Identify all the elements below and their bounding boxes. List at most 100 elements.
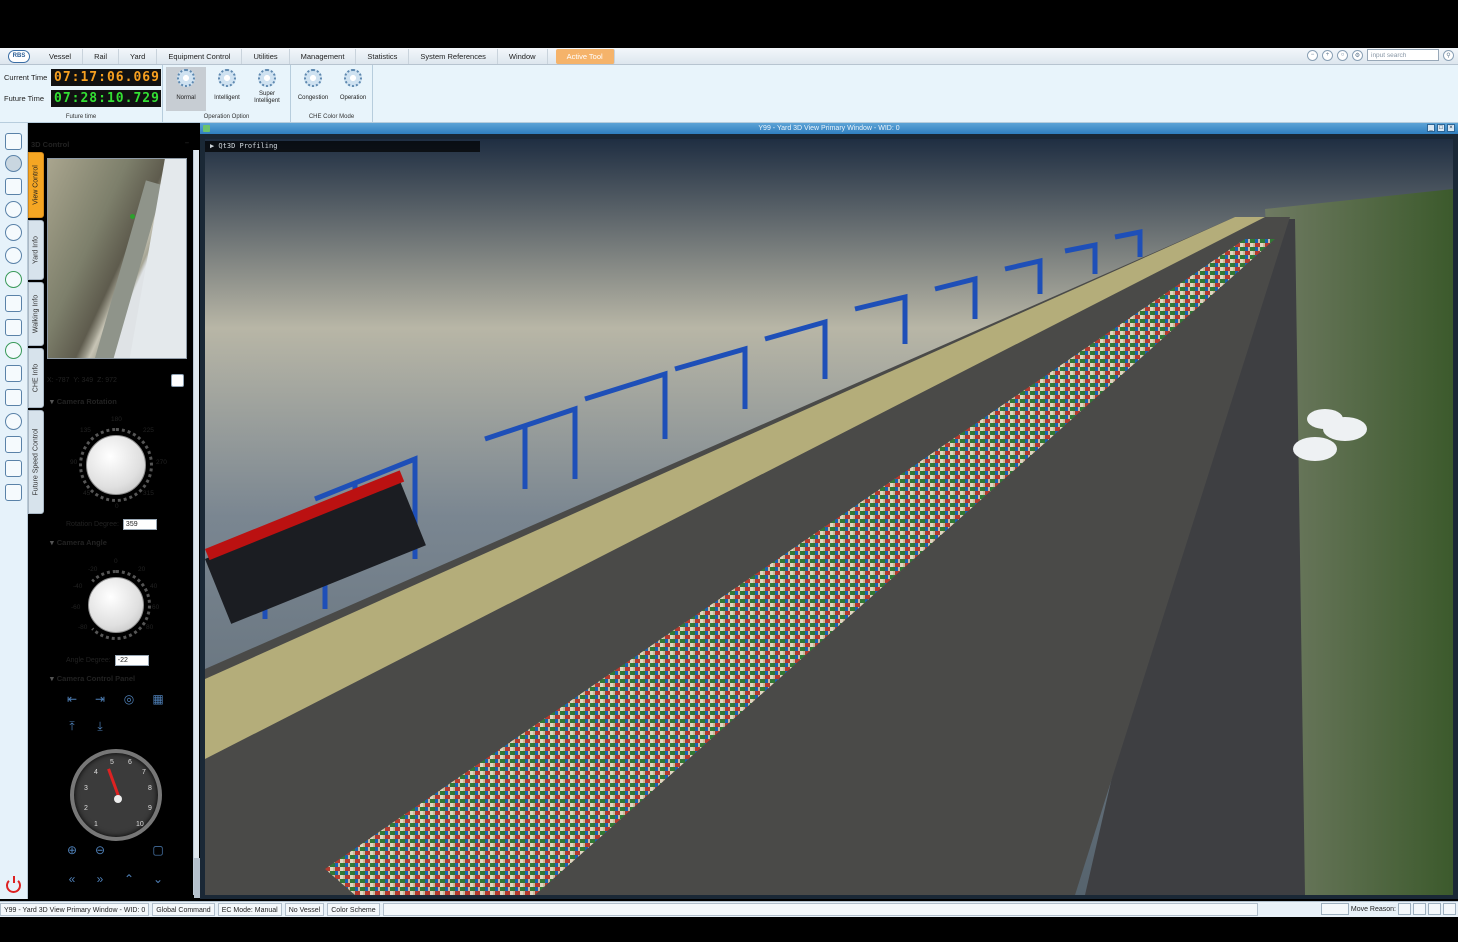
rotation-label: 225 [143, 427, 154, 434]
intelligent-button[interactable]: Intelligent [207, 67, 247, 111]
speed-dial[interactable]: 1 2 3 4 5 6 7 8 9 10 [70, 749, 162, 841]
window-minimize-icon[interactable]: _ [1427, 124, 1435, 132]
move-down-icon[interactable]: ⤓ [92, 719, 108, 733]
search-magnify-icon[interactable]: ○ [1337, 49, 1348, 61]
zoom-out-icon[interactable]: − [1307, 49, 1318, 61]
move-right-icon[interactable]: ⇥ [92, 692, 108, 706]
tab-yard-info[interactable]: Yard Info [28, 220, 44, 280]
search-icon[interactable]: ⚲ [1443, 49, 1454, 61]
rotation-label: 90 [70, 459, 78, 466]
speed-dial-number: 3 [84, 785, 88, 792]
gear-icon [218, 69, 236, 87]
zoom-out-icon[interactable]: ⊖ [92, 843, 108, 857]
gear-icon [258, 69, 276, 87]
congestion-button-label: Congestion [297, 95, 329, 101]
menu-management[interactable]: Management [290, 48, 357, 64]
angle-knob[interactable] [88, 577, 144, 633]
status-ec-mode[interactable]: EC Mode: Manual [217, 903, 282, 916]
menu-vessel[interactable]: Vessel [38, 48, 84, 64]
normal-button[interactable]: Normal [166, 67, 206, 111]
tab-walking-info[interactable]: Walking Info [28, 282, 44, 346]
tilt-down-icon[interactable]: ⌄ [150, 872, 166, 886]
layout-icon[interactable] [5, 133, 22, 150]
move-up-icon[interactable]: ⤒ [64, 719, 80, 733]
window-restore-icon[interactable]: □ [1437, 124, 1445, 132]
future-time-display[interactable]: 07:28:10.729 [51, 90, 161, 107]
report-icon[interactable] [5, 295, 22, 312]
zoom-in-icon[interactable]: + [1322, 49, 1333, 61]
focus-icon[interactable]: ◎ [121, 692, 137, 706]
menu-yard[interactable]: Yard [119, 48, 158, 64]
menu-rail[interactable]: Rail [83, 48, 120, 64]
view-control-icon[interactable] [5, 155, 22, 172]
check-icon[interactable] [5, 342, 22, 359]
window-close-icon[interactable]: × [1447, 124, 1455, 132]
angle-degree-input[interactable]: -22 [114, 655, 149, 666]
rotation-knob[interactable] [86, 435, 146, 495]
tilt-up-icon[interactable]: ⌃ [121, 872, 137, 886]
super-intelligent-button[interactable]: Super Intelligent [247, 67, 287, 111]
filter-icon[interactable] [5, 178, 22, 195]
menu-window[interactable]: Window [498, 48, 548, 64]
fit-view-icon[interactable]: ▢ [150, 843, 166, 857]
print-icon[interactable] [5, 460, 22, 477]
grid-view-icon[interactable]: ▦ [150, 692, 166, 706]
speed-dial-number: 8 [148, 785, 152, 792]
zoom-icon[interactable] [5, 247, 22, 264]
3d-control-panel: 3D Control – X: -787 Y: 349 Z: 972 Camer… [28, 137, 193, 899]
fast-forward-icon[interactable]: » [92, 872, 108, 886]
angle-degree-label: Angle Degree: [66, 657, 111, 664]
status-layout-1-icon[interactable] [1398, 903, 1411, 915]
minimize-button[interactable]: – [185, 138, 189, 147]
chart-icon[interactable] [5, 319, 22, 336]
menu-utilities[interactable]: Utilities [242, 48, 290, 64]
congestion-button[interactable]: Congestion [293, 67, 333, 111]
move-left-icon[interactable]: ⇤ [64, 692, 80, 706]
reset-view-button[interactable] [171, 374, 184, 387]
future-time-label: Future Time [4, 94, 45, 103]
rewind-icon[interactable]: « [64, 872, 80, 886]
angle-dial[interactable]: 0 20 40 60 80 -80 -60 -40 -20 [66, 555, 166, 655]
angle-label: 0 [114, 558, 118, 565]
refresh-icon[interactable] [5, 271, 22, 288]
menu-equipment-control[interactable]: Equipment Control [157, 48, 243, 64]
status-layout-4-icon[interactable] [1443, 903, 1456, 915]
timer-icon[interactable] [5, 413, 22, 430]
monitor-icon[interactable] [5, 484, 22, 501]
speed-dial-number: 6 [128, 759, 132, 766]
menu-active-tool[interactable]: Active Tool [555, 48, 615, 64]
camera-coordinates: X: -787 Y: 349 Z: 972 [47, 377, 117, 384]
search-input[interactable]: input search [1367, 49, 1439, 61]
angle-label: 20 [138, 566, 146, 573]
status-color-scheme[interactable]: Color Scheme [327, 903, 380, 916]
truck-icon[interactable] [5, 389, 22, 406]
minimap[interactable] [47, 158, 187, 359]
clock-icon[interactable] [5, 201, 22, 218]
status-vessel[interactable]: No Vessel [284, 903, 325, 916]
panel-scrollbar[interactable] [193, 150, 200, 898]
settings-icon[interactable]: ⚙ [1352, 49, 1363, 61]
operation-button[interactable]: Operation [333, 67, 373, 111]
tab-future-speed-control[interactable]: Future Speed Control [28, 410, 44, 514]
status-layout-2-icon[interactable] [1413, 903, 1426, 915]
speed-dial-number: 1 [94, 821, 98, 828]
menu-statistics[interactable]: Statistics [356, 48, 410, 64]
tab-che-info[interactable]: CHE Info [28, 348, 44, 408]
angle-label: -20 [88, 566, 98, 573]
list-icon[interactable] [5, 365, 22, 382]
status-global-command[interactable]: Global Command [152, 903, 215, 916]
rotation-degree-input[interactable]: 359 [122, 519, 157, 530]
status-layout-3-icon[interactable] [1428, 903, 1441, 915]
rotation-label: 270 [156, 459, 167, 466]
menu-system-references[interactable]: System References [409, 48, 498, 64]
speed-dial-number: 5 [110, 759, 114, 766]
rotation-dial[interactable]: 180 225 270 315 0 45 90 135 [66, 415, 167, 515]
globe-icon[interactable] [5, 224, 22, 241]
tab-view-control[interactable]: View Control [28, 152, 44, 218]
zoom-in-icon[interactable]: ⊕ [64, 843, 80, 857]
qt3d-profiling-toggle[interactable]: ▶ Qt3D Profiling [205, 141, 480, 152]
3d-scene[interactable]: ▶ Qt3D Profiling [205, 139, 1453, 895]
lock-icon[interactable] [5, 436, 22, 453]
side-tabs: View Control Yard Info Walking Info CHE … [28, 152, 44, 522]
power-icon[interactable] [6, 876, 21, 893]
